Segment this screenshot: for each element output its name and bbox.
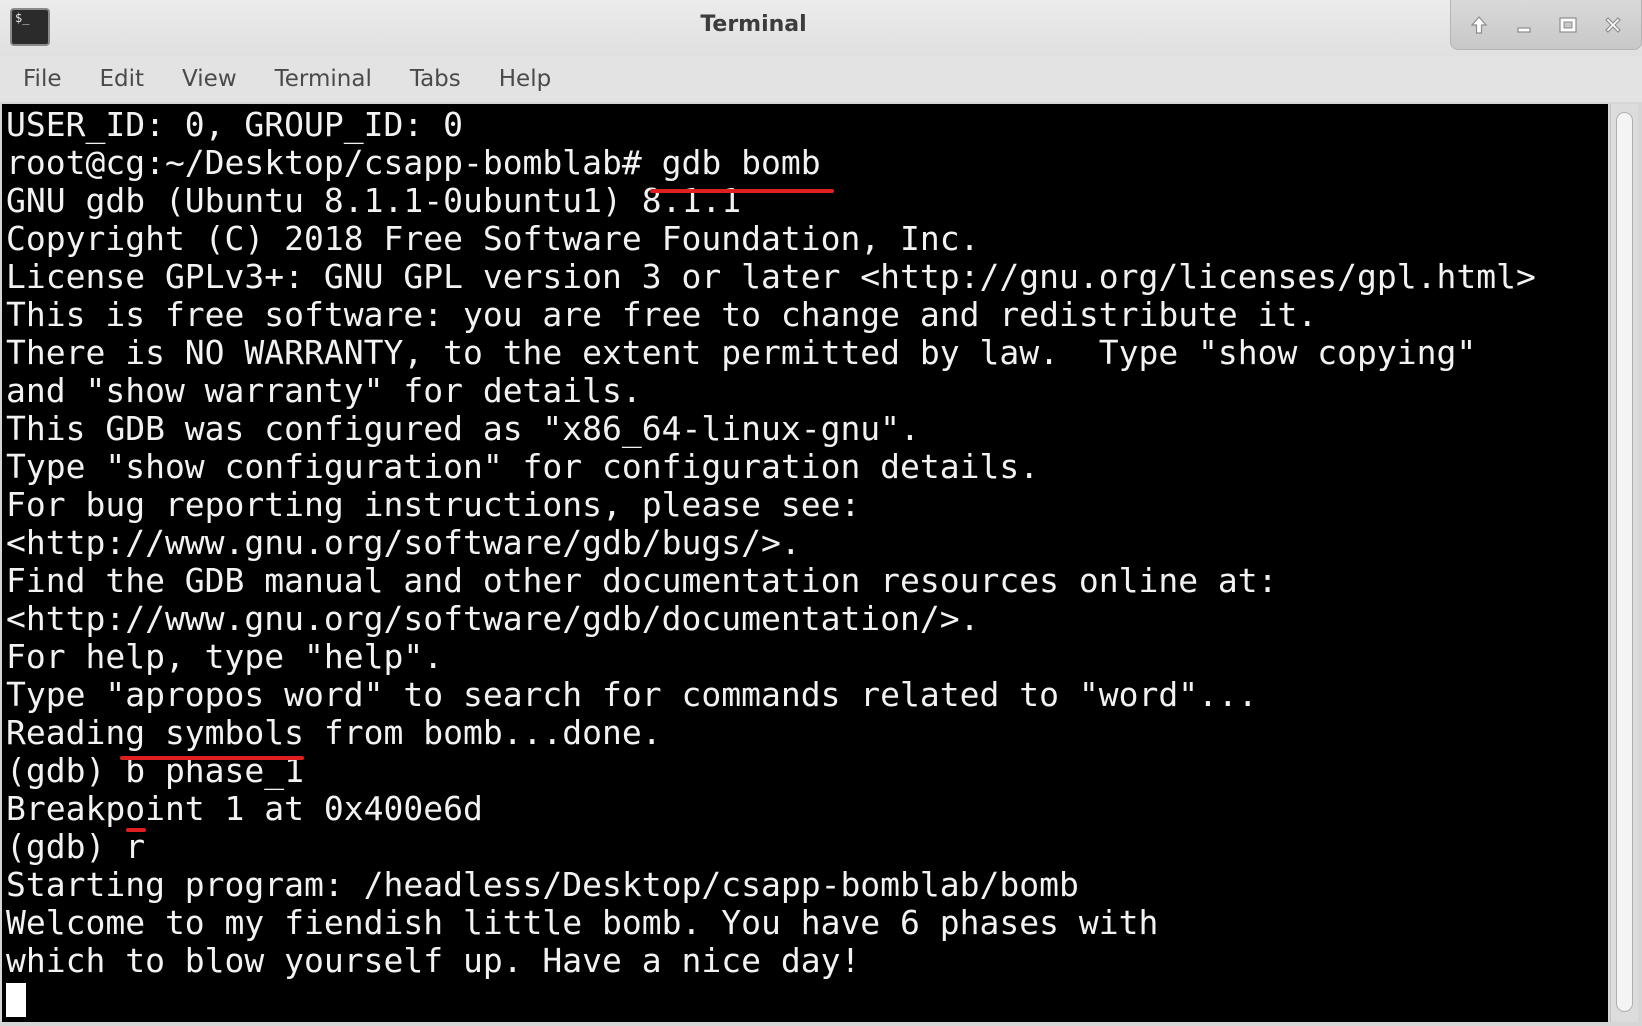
terminal-line: (gdb) r	[6, 827, 146, 866]
annotation-underline-r	[126, 828, 146, 832]
terminal-line: This is free software: you are free to c…	[6, 295, 1318, 334]
menu-view[interactable]: View	[180, 62, 239, 96]
terminal-line: <http://www.gnu.org/software/gdb/documen…	[6, 599, 980, 638]
menu-terminal[interactable]: Terminal	[273, 62, 374, 96]
annotation-underline-b-phase-1	[120, 756, 304, 760]
minimize-icon	[1517, 26, 1531, 33]
terminal-line: Welcome to my fiendish little bomb. You …	[6, 903, 1159, 942]
terminal-line: and "show warranty" for details.	[6, 371, 642, 410]
terminal-line: For help, type "help".	[6, 637, 444, 676]
terminal-line: which to blow yourself up. Have a nice d…	[6, 941, 861, 980]
minimize-button[interactable]	[1506, 7, 1542, 43]
menu-tabs[interactable]: Tabs	[408, 62, 463, 96]
terminal-line: <http://www.gnu.org/software/gdb/bugs/>.	[6, 523, 801, 562]
terminal-line: Starting program: /headless/Desktop/csap…	[6, 865, 1079, 904]
window-title: Terminal	[700, 12, 807, 37]
maximize-button[interactable]	[1550, 7, 1586, 43]
terminal-line: Reading symbols from bomb...done.	[6, 713, 662, 752]
vertical-scrollbar[interactable]	[1610, 104, 1638, 1022]
maximize-icon	[1559, 16, 1577, 33]
menu-edit[interactable]: Edit	[98, 62, 147, 96]
terminal-line: Find the GDB manual and other documentat…	[6, 561, 1278, 600]
close-button[interactable]	[1595, 7, 1631, 43]
window-controls	[1450, 0, 1642, 50]
terminal-line: Type "show configuration" for configurat…	[6, 447, 1040, 486]
terminal-lines: USER_ID: 0, GROUP_ID: 0 root@cg:~/Deskto…	[6, 106, 1536, 1018]
terminal-line: root@cg:~/Desktop/csapp-bomblab# gdb bom…	[6, 143, 821, 182]
text-cursor	[6, 983, 26, 1017]
terminal-line: For bug reporting instructions, please s…	[6, 485, 861, 524]
close-icon	[1604, 16, 1621, 33]
menu-bar: File Edit View Terminal Tabs Help	[0, 56, 1642, 102]
title-bar: $_ Terminal	[0, 0, 1642, 56]
terminal-prompt-line[interactable]	[6, 980, 1536, 1018]
terminal-line: USER_ID: 0, GROUP_ID: 0	[6, 105, 463, 144]
scrollbar-thumb[interactable]	[1616, 112, 1633, 1012]
annotation-underline-gdb-bomb	[650, 189, 834, 193]
terminal-line: Copyright (C) 2018 Free Software Foundat…	[6, 219, 980, 258]
terminal-line: Breakpoint 1 at 0x400e6d	[6, 789, 483, 828]
keep-above-button[interactable]	[1461, 7, 1497, 43]
terminal-line: This GDB was configured as "x86_64-linux…	[6, 409, 920, 448]
terminal-line: License GPLv3+: GNU GPL version 3 or lat…	[6, 257, 1536, 296]
arrow-up-icon	[1470, 15, 1488, 34]
terminal-output[interactable]: USER_ID: 0, GROUP_ID: 0 root@cg:~/Deskto…	[2, 104, 1608, 1022]
terminal-line: GNU gdb (Ubuntu 8.1.1-0ubuntu1) 8.1.1	[6, 181, 742, 220]
menu-help[interactable]: Help	[497, 62, 553, 96]
terminal-line: There is NO WARRANTY, to the extent perm…	[6, 333, 1477, 372]
menu-file[interactable]: File	[21, 62, 64, 96]
terminal-line: Type "apropos word" to search for comman…	[6, 675, 1258, 714]
